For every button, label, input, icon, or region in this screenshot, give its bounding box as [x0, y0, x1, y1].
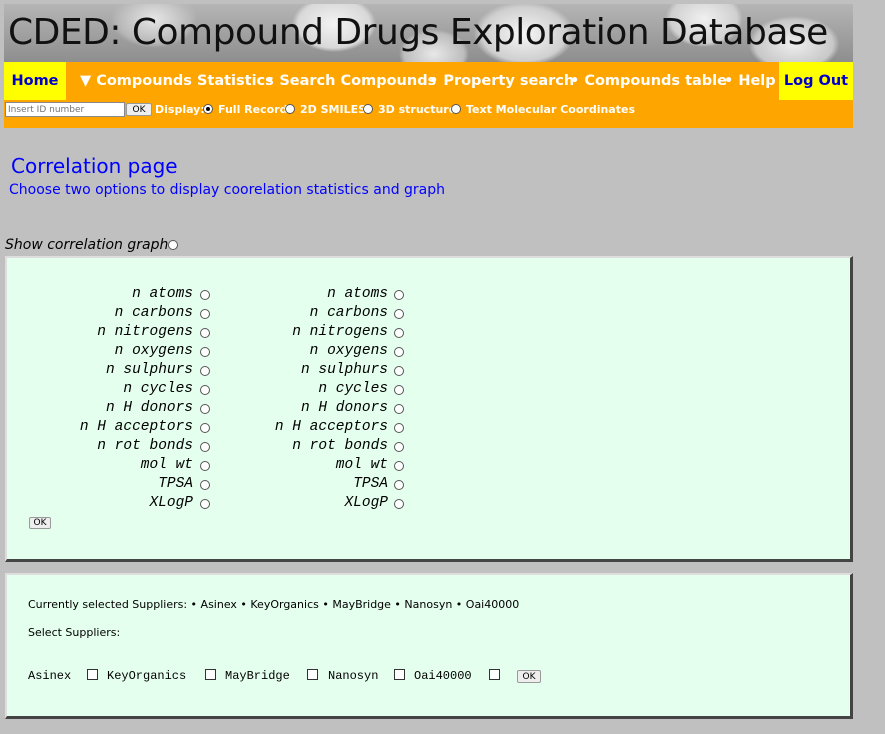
current-suppliers-text: Currently selected Suppliers: • Asinex •… — [28, 598, 520, 611]
display-full-record-label: Full Record — [218, 103, 288, 116]
property-label-y-tpsa: TPSA — [353, 476, 388, 492]
property-label-y-xlogp: XLogP — [344, 495, 388, 511]
property-label-x-xlogp: XLogP — [149, 495, 193, 511]
suppliers-ok-button[interactable]: OK — [517, 670, 541, 683]
property-radio-y-mol-wt[interactable] — [394, 461, 404, 471]
id-number-input[interactable] — [5, 102, 125, 117]
display-full-record-radio[interactable] — [203, 104, 213, 114]
property-label-y-n-oxygens: n oxygens — [309, 343, 388, 359]
nav-home[interactable]: Home — [4, 62, 66, 100]
display-2d-smiles-label: 2D SMILES — [300, 103, 367, 116]
show-graph-radio[interactable] — [168, 240, 178, 250]
id-ok-button[interactable]: OK — [126, 103, 152, 116]
property-radio-y-n-rot-bonds[interactable] — [394, 442, 404, 452]
property-radio-y-n-oxygens[interactable] — [394, 347, 404, 357]
property-label-x-n-h-donors: n H donors — [105, 400, 193, 416]
property-radio-y-n-carbons[interactable] — [394, 309, 404, 319]
property-label-y-n-rot-bonds: n rot bonds — [292, 438, 388, 454]
property-label-x-mol-wt: mol wt — [140, 457, 193, 473]
display-2d-smiles-radio[interactable] — [285, 104, 295, 114]
page-subtitle: Choose two options to display coorelatio… — [9, 182, 446, 198]
property-label-y-n-sulphurs: n sulphurs — [300, 362, 388, 378]
property-label-y-mol-wt: mol wt — [335, 457, 388, 473]
property-label-x-tpsa: TPSA — [158, 476, 193, 492]
property-label-y-n-nitrogens: n nitrogens — [292, 324, 388, 340]
property-label-x-n-carbons: n carbons — [114, 305, 193, 321]
property-label-y-n-h-donors: n H donors — [300, 400, 388, 416]
display-toolbar: OK Display: Full Record 2D SMILES 3D str… — [4, 100, 853, 128]
select-suppliers-label: Select Suppliers: — [28, 626, 121, 639]
supplier-checkbox-asinex[interactable] — [87, 669, 98, 680]
nav-property-search[interactable]: • Property search — [429, 62, 574, 100]
page-title: Correlation page — [11, 154, 178, 178]
nav-help[interactable]: • Help — [724, 62, 776, 100]
supplier-label-nanosyn: Nanosyn — [328, 669, 379, 683]
supplier-checkbox-keyorganics[interactable] — [205, 669, 216, 680]
property-radio-y-n-atoms[interactable] — [394, 290, 404, 300]
property-radio-y-n-h-acceptors[interactable] — [394, 423, 404, 433]
banner: CDED: Compound Drugs Exploration Databas… — [4, 4, 853, 62]
supplier-label-maybridge: MayBridge — [225, 669, 290, 683]
property-label-x-n-h-acceptors: n H acceptors — [79, 419, 193, 435]
display-3d-structure-radio[interactable] — [363, 104, 373, 114]
nav-compounds-statistics[interactable]: ▼ Compounds Statistics — [80, 62, 274, 100]
nav-search-compounds[interactable]: • Search Compounds — [265, 62, 436, 100]
display-text-coordinates-radio[interactable] — [451, 104, 461, 114]
suppliers-panel — [5, 573, 853, 719]
nav-logout[interactable]: Log Out — [779, 62, 853, 100]
property-radio-y-xlogp[interactable] — [394, 499, 404, 509]
correlation-ok-button[interactable]: OK — [29, 517, 51, 529]
property-label-x-n-oxygens: n oxygens — [114, 343, 193, 359]
show-graph-label: Show correlation graph — [5, 237, 169, 253]
supplier-checkbox-oai40000[interactable] — [489, 669, 500, 680]
property-label-y-n-atoms: n atoms — [327, 286, 388, 302]
property-radio-y-n-nitrogens[interactable] — [394, 328, 404, 338]
display-3d-structure-label: 3D structure — [378, 103, 457, 116]
supplier-checkbox-nanosyn[interactable] — [394, 669, 405, 680]
property-label-x-n-rot-bonds: n rot bonds — [97, 438, 193, 454]
property-label-x-n-sulphurs: n sulphurs — [105, 362, 193, 378]
correlation-panel: n atoms n atoms n carbons n carbons n nitrog… — [5, 256, 853, 562]
display-text-coordinates-label: Text Molecular Coordinates — [466, 103, 635, 116]
supplier-label-asinex: Asinex — [28, 669, 72, 683]
property-label-y-n-cycles: n cycles — [318, 381, 388, 397]
supplier-label-keyorganics: KeyOrganics — [107, 669, 187, 683]
main-nav: Home ▼ Compounds Statistics • Search Com… — [4, 62, 853, 100]
property-label-y-n-h-acceptors: n H acceptors — [274, 419, 388, 435]
site-title: CDED: Compound Drugs Exploration Databas… — [8, 12, 828, 53]
property-radio-y-tpsa[interactable] — [394, 480, 404, 490]
property-radio-y-n-cycles[interactable] — [394, 385, 404, 395]
property-label-x-n-nitrogens: n nitrogens — [97, 324, 193, 340]
property-radio-y-n-sulphurs[interactable] — [394, 366, 404, 376]
property-radio-y-n-h-donors[interactable] — [394, 404, 404, 414]
property-label-y-n-carbons: n carbons — [309, 305, 388, 321]
nav-compounds-table[interactable]: • Compounds table — [570, 62, 727, 100]
display-label: Display: — [155, 103, 205, 116]
property-label-x-n-atoms: n atoms — [132, 286, 193, 302]
supplier-checkbox-maybridge[interactable] — [307, 669, 318, 680]
property-label-x-n-cycles: n cycles — [123, 381, 193, 397]
supplier-label-oai40000: Oai40000 — [414, 669, 472, 683]
